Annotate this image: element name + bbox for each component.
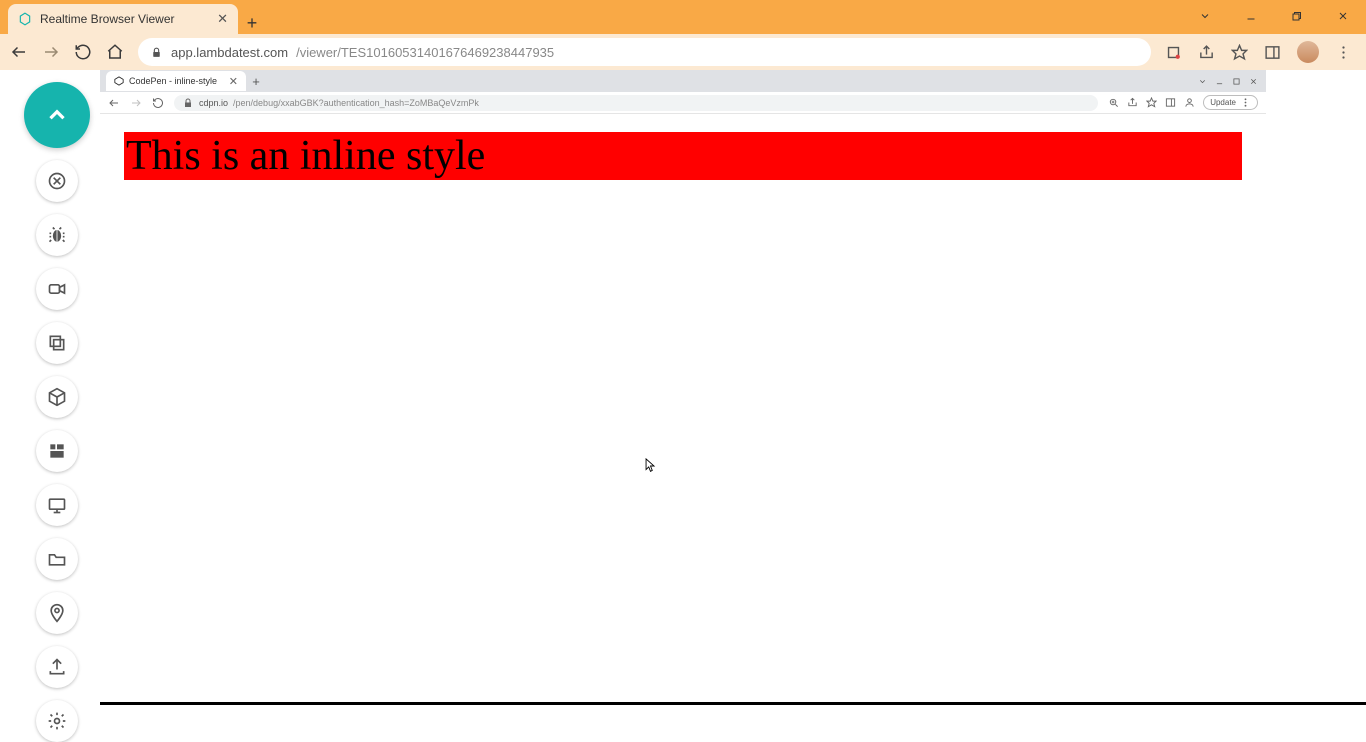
inner-lock-icon (182, 97, 194, 109)
url-host: app.lambdatest.com (171, 45, 288, 60)
outer-address-bar[interactable]: app.lambdatest.com/viewer/TES10160531401… (138, 38, 1151, 66)
page-headline: This is an inline style (124, 132, 1242, 180)
switch-icon (47, 171, 67, 191)
codepen-favicon-icon (114, 76, 124, 86)
inner-window-controls (1198, 77, 1266, 86)
share-icon[interactable] (1198, 44, 1215, 61)
inner-close-tab-icon[interactable]: ✕ (229, 75, 238, 88)
home-button[interactable] (106, 43, 124, 61)
sidebar-files-button[interactable] (36, 538, 78, 580)
inner-page-content: This is an inline style (100, 114, 1266, 701)
reload-button[interactable] (74, 43, 92, 61)
inner-maximize-icon[interactable] (1232, 77, 1241, 86)
sidebar-switch-button[interactable] (36, 160, 78, 202)
gear-icon (47, 711, 67, 731)
display-icon (47, 495, 67, 515)
forward-button[interactable] (42, 43, 60, 61)
side-panel-icon[interactable] (1264, 44, 1281, 61)
inner-share-icon[interactable] (1127, 97, 1138, 108)
inner-url-host: cdpn.io (199, 98, 228, 108)
inner-update-button[interactable]: Update (1203, 95, 1258, 110)
inner-titlebar: CodePen - inline-style ✕ + (100, 70, 1266, 92)
sidebar-screenshot-button[interactable] (36, 322, 78, 364)
outer-toolbar-right (1165, 41, 1356, 63)
inner-url-path: /pen/debug/xxabGBK?authentication_hash=Z… (233, 98, 479, 108)
inner-toolbar: cdpn.io/pen/debug/xxabGBK?authentication… (100, 92, 1266, 114)
bookmark-star-icon[interactable] (1231, 44, 1248, 61)
upload-icon (47, 657, 67, 677)
sidebar-layout-button[interactable] (36, 430, 78, 472)
outer-toolbar: app.lambdatest.com/viewer/TES10160531401… (0, 34, 1366, 70)
url-path: /viewer/TES10160531401676469238447935 (296, 45, 554, 60)
inner-zoom-icon[interactable] (1108, 97, 1119, 108)
sidebar-package-button[interactable] (36, 376, 78, 418)
inner-toolbar-right: Update (1108, 95, 1258, 110)
inner-new-tab-button[interactable]: + (246, 74, 266, 89)
profile-avatar[interactable] (1297, 41, 1319, 63)
minimize-button[interactable] (1228, 10, 1274, 25)
lambdatest-favicon-icon (18, 12, 32, 26)
mouse-cursor-icon (645, 458, 656, 474)
sidebar-upload-button[interactable] (36, 646, 78, 688)
sidebar-bug-button[interactable] (36, 214, 78, 256)
inner-reload-button[interactable] (152, 97, 164, 109)
update-label: Update (1210, 98, 1236, 107)
inner-minimize-icon[interactable] (1215, 77, 1224, 86)
close-window-button[interactable] (1320, 10, 1366, 25)
back-button[interactable] (10, 43, 28, 61)
layout-icon (47, 441, 67, 461)
outer-titlebar: Realtime Browser Viewer ✕ + (0, 0, 1366, 34)
inner-tab-search-icon[interactable] (1198, 77, 1207, 86)
video-icon (47, 279, 67, 299)
inner-forward-button[interactable] (130, 97, 142, 109)
inner-back-button[interactable] (108, 97, 120, 109)
folder-icon (47, 549, 67, 569)
inner-close-icon[interactable] (1249, 77, 1258, 86)
lock-icon (150, 46, 163, 59)
inner-side-panel-icon[interactable] (1165, 97, 1176, 108)
outer-window-controls (1182, 0, 1366, 34)
inner-address-bar[interactable]: cdpn.io/pen/debug/xxabGBK?authentication… (174, 95, 1098, 111)
sidebar-record-button[interactable] (36, 268, 78, 310)
chevron-up-icon (44, 102, 70, 128)
new-tab-button[interactable]: + (238, 13, 266, 34)
kebab-icon (1240, 97, 1251, 108)
location-icon (47, 603, 67, 623)
box-icon (47, 387, 67, 407)
close-tab-icon[interactable]: ✕ (217, 11, 228, 27)
sidebar-settings-button[interactable] (36, 700, 78, 742)
bug-icon (47, 225, 67, 245)
sidebar-collapse-button[interactable] (24, 82, 90, 148)
maximize-button[interactable] (1274, 10, 1320, 25)
inner-tab-title: CodePen - inline-style (129, 76, 224, 86)
sidebar-display-button[interactable] (36, 484, 78, 526)
remote-browser-frame: CodePen - inline-style ✕ + cdpn.io/pen/d… (100, 70, 1266, 701)
lambdatest-sidebar (24, 82, 90, 742)
inner-browser-tab[interactable]: CodePen - inline-style ✕ (106, 71, 246, 91)
tab-search-icon[interactable] (1182, 10, 1228, 25)
extension-icon[interactable] (1165, 44, 1182, 61)
inner-star-icon[interactable] (1146, 97, 1157, 108)
outer-tab-title: Realtime Browser Viewer (40, 12, 209, 26)
sidebar-location-button[interactable] (36, 592, 78, 634)
kebab-menu-icon[interactable] (1335, 44, 1352, 61)
copy-icon (47, 333, 67, 353)
inner-profile-icon[interactable] (1184, 97, 1195, 108)
outer-browser-tab[interactable]: Realtime Browser Viewer ✕ (8, 4, 238, 34)
